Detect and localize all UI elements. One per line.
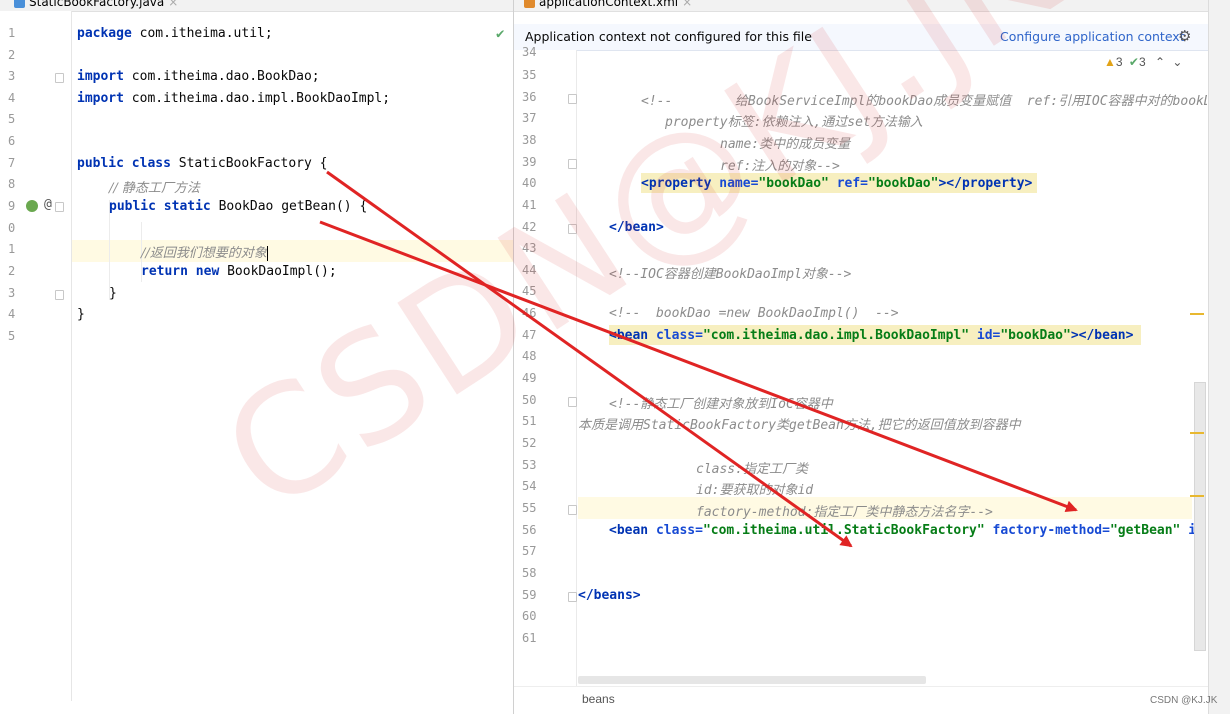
arrow-method-to-factory: [319, 220, 1078, 513]
arrow-class-to-bean: [326, 170, 853, 548]
annotation-arrows: [319, 170, 1078, 548]
